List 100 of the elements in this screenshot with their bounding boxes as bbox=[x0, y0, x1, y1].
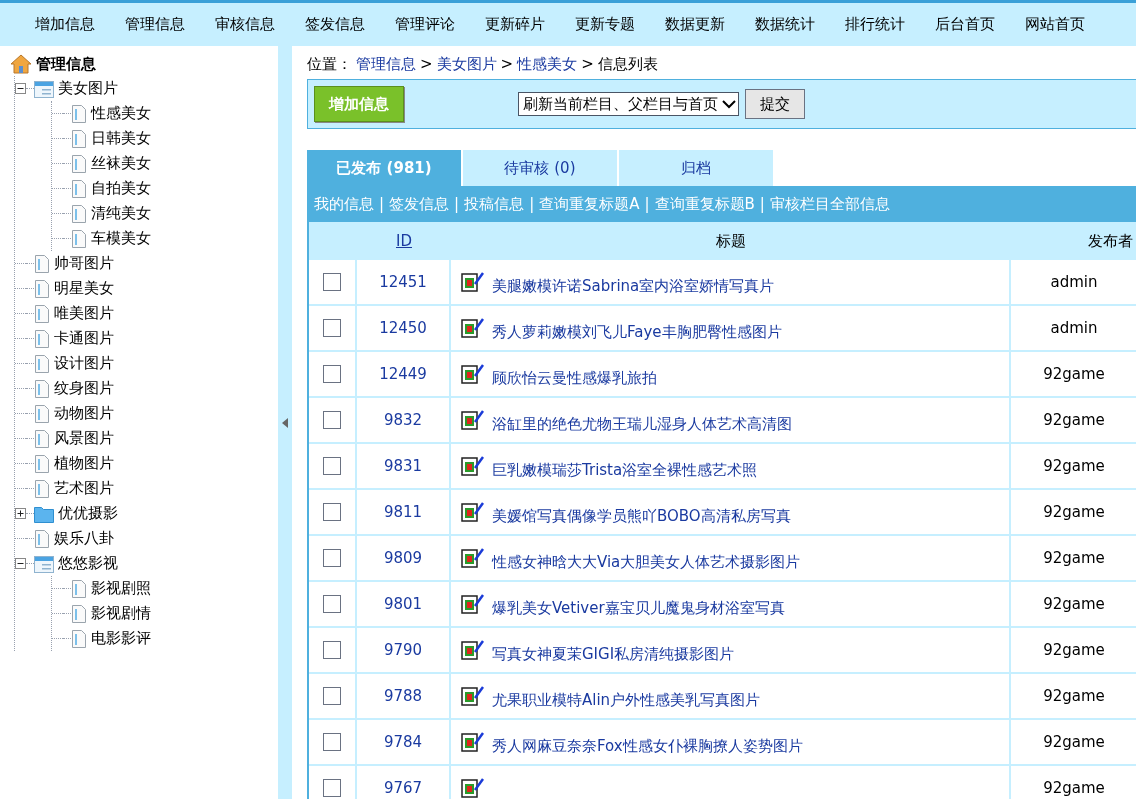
edit-icon[interactable] bbox=[461, 731, 485, 753]
tree-item[interactable]: 清纯美女 bbox=[91, 202, 151, 225]
nav-link[interactable]: 增加信息 bbox=[20, 13, 110, 36]
folder-icon bbox=[34, 79, 54, 98]
tree-item[interactable]: 风景图片 bbox=[54, 427, 114, 450]
title-link[interactable]: 浴缸里的绝色尤物王瑞儿湿身人体艺术高清图 bbox=[492, 412, 792, 436]
tree-item[interactable]: 影视剧情 bbox=[91, 602, 151, 625]
publisher-cell-text: 92game bbox=[1043, 593, 1105, 615]
submit-button[interactable]: 提交 bbox=[745, 89, 805, 119]
link-separator: | bbox=[379, 193, 385, 215]
tree-item[interactable]: 唯美图片 bbox=[54, 302, 114, 325]
id-cell-text: 9831 bbox=[383, 455, 423, 477]
title-link[interactable]: 顾欣怡云曼性感爆乳旅拍 bbox=[492, 366, 657, 390]
nav-link[interactable]: 更新碎片 bbox=[470, 13, 560, 36]
tree-item[interactable]: 丝袜美女 bbox=[91, 152, 151, 175]
tree-item[interactable]: 日韩美女 bbox=[91, 127, 151, 150]
link-separator: | bbox=[454, 193, 460, 215]
row-checkbox[interactable] bbox=[323, 503, 341, 521]
title-link[interactable]: 写真女神夏茉GIGI私房清纯摄影图片 bbox=[492, 642, 735, 666]
collapse-arrow-icon[interactable] bbox=[282, 417, 288, 428]
nav-link[interactable]: 更新专题 bbox=[560, 13, 650, 36]
title-link[interactable]: 性感女神晗大大Via大胆美女人体艺术摄影图片 bbox=[492, 550, 801, 574]
chevron-down-icon bbox=[722, 99, 736, 109]
edit-icon[interactable] bbox=[461, 639, 485, 661]
id-cell-text: 9790 bbox=[383, 639, 423, 661]
row-checkbox[interactable] bbox=[323, 365, 341, 383]
sidebar-title: 管理信息 bbox=[36, 53, 96, 75]
publisher-cell-text: admin bbox=[1050, 271, 1098, 293]
edit-icon[interactable] bbox=[461, 455, 485, 477]
row-checkbox[interactable] bbox=[323, 319, 341, 337]
row-checkbox[interactable] bbox=[323, 641, 341, 659]
edit-icon[interactable] bbox=[461, 547, 485, 569]
tree-item[interactable]: 自拍美女 bbox=[91, 177, 151, 200]
tree-item[interactable]: 帅哥图片 bbox=[54, 252, 114, 275]
tree-item[interactable]: 动物图片 bbox=[54, 402, 114, 425]
nav-link[interactable]: 排行统计 bbox=[830, 13, 920, 36]
title-link[interactable]: 巨乳嫩模瑞莎Trista浴室全裸性感艺术照 bbox=[492, 458, 758, 482]
nav-link[interactable]: 签发信息 bbox=[290, 13, 380, 36]
row-checkbox[interactable] bbox=[323, 595, 341, 613]
row-checkbox[interactable] bbox=[323, 687, 341, 705]
title-link[interactable]: 尤果职业模特Alin户外性感美乳写真图片 bbox=[492, 688, 761, 712]
status-tab[interactable]: 待审核 (0) bbox=[463, 150, 619, 186]
tree-item[interactable]: 影视剧照 bbox=[91, 577, 151, 600]
title-link[interactable]: 美腿嫩模许诺Sabrina室内浴室娇情写真片 bbox=[492, 274, 775, 298]
tree-item[interactable]: 设计图片 bbox=[54, 352, 114, 375]
id-cell-text: 9788 bbox=[383, 685, 423, 707]
tree-item[interactable]: 纹身图片 bbox=[54, 377, 114, 400]
title-link[interactable]: 美媛馆写真偶像学员熊吖BOBO高清私房写真 bbox=[492, 504, 791, 528]
tree-item[interactable]: 悠悠影视 bbox=[58, 552, 118, 575]
tree-item[interactable]: 艺术图片 bbox=[54, 477, 114, 500]
breadcrumb-link[interactable]: 性感美女 bbox=[517, 52, 578, 76]
status-tab[interactable]: 归档 bbox=[619, 150, 775, 186]
row-checkbox[interactable] bbox=[323, 457, 341, 475]
tree-item[interactable]: 电影影评 bbox=[91, 627, 151, 650]
folder-icon bbox=[34, 504, 54, 523]
tree-item[interactable]: 性感美女 bbox=[91, 102, 151, 125]
collapse-icon[interactable] bbox=[15, 558, 26, 569]
edit-icon[interactable] bbox=[461, 501, 485, 523]
refresh-select[interactable]: 刷新当前栏目、父栏目与首页 bbox=[518, 92, 739, 116]
collapse-icon[interactable] bbox=[15, 83, 26, 94]
breadcrumb-separator: > bbox=[581, 53, 594, 75]
publisher-cell-text: 92game bbox=[1043, 777, 1105, 799]
tree-item[interactable]: 娱乐八卦 bbox=[54, 527, 114, 550]
row-checkbox[interactable] bbox=[323, 411, 341, 429]
title-link[interactable]: 秀人萝莉嫩模刘飞儿Faye丰胸肥臀性感图片 bbox=[492, 320, 782, 344]
tree-item[interactable]: 卡通图片 bbox=[54, 327, 114, 350]
tree-item[interactable]: 美女图片 bbox=[58, 77, 118, 100]
edit-icon[interactable] bbox=[461, 363, 485, 385]
nav-link[interactable]: 后台首页 bbox=[920, 13, 1010, 36]
edit-icon[interactable] bbox=[461, 409, 485, 431]
nav-link[interactable]: 审核信息 bbox=[200, 13, 290, 36]
tree-item[interactable]: 车模美女 bbox=[91, 227, 151, 250]
edit-icon[interactable] bbox=[461, 317, 485, 339]
nav-link[interactable]: 管理评论 bbox=[380, 13, 470, 36]
id-cell-text: 9832 bbox=[383, 409, 423, 431]
edit-icon[interactable] bbox=[461, 777, 485, 799]
nav-link[interactable]: 网站首页 bbox=[1010, 13, 1100, 36]
row-checkbox[interactable] bbox=[323, 733, 341, 751]
nav-link[interactable]: 数据统计 bbox=[740, 13, 830, 36]
row-checkbox[interactable] bbox=[323, 549, 341, 567]
title-link[interactable]: 爆乳美女Vetiver嘉宝贝儿魔鬼身材浴室写真 bbox=[492, 596, 785, 620]
tree-item[interactable]: 优优摄影 bbox=[58, 502, 118, 525]
row-checkbox[interactable] bbox=[323, 273, 341, 291]
edit-icon[interactable] bbox=[461, 593, 485, 615]
edit-icon[interactable] bbox=[461, 271, 485, 293]
id-cell-text: 12451 bbox=[379, 271, 427, 293]
nav-link[interactable]: 管理信息 bbox=[110, 13, 200, 36]
link-separator: | bbox=[529, 193, 535, 215]
expand-icon[interactable] bbox=[15, 508, 26, 519]
column-header[interactable]: ID bbox=[396, 231, 412, 250]
breadcrumb-link[interactable]: 美女图片 bbox=[436, 52, 497, 76]
tree-item[interactable]: 植物图片 bbox=[54, 452, 114, 475]
edit-icon[interactable] bbox=[461, 685, 485, 707]
id-cell-text: 12450 bbox=[379, 317, 427, 339]
title-link[interactable]: 秀人网麻豆奈奈Fox性感女仆裸胸撩人姿势图片 bbox=[492, 734, 803, 758]
row-checkbox[interactable] bbox=[323, 779, 341, 797]
breadcrumb-label: 位置： bbox=[307, 53, 352, 75]
nav-link[interactable]: 数据更新 bbox=[650, 13, 740, 36]
tree-item[interactable]: 明星美女 bbox=[54, 277, 114, 300]
breadcrumb-link[interactable]: 管理信息 bbox=[356, 52, 416, 76]
